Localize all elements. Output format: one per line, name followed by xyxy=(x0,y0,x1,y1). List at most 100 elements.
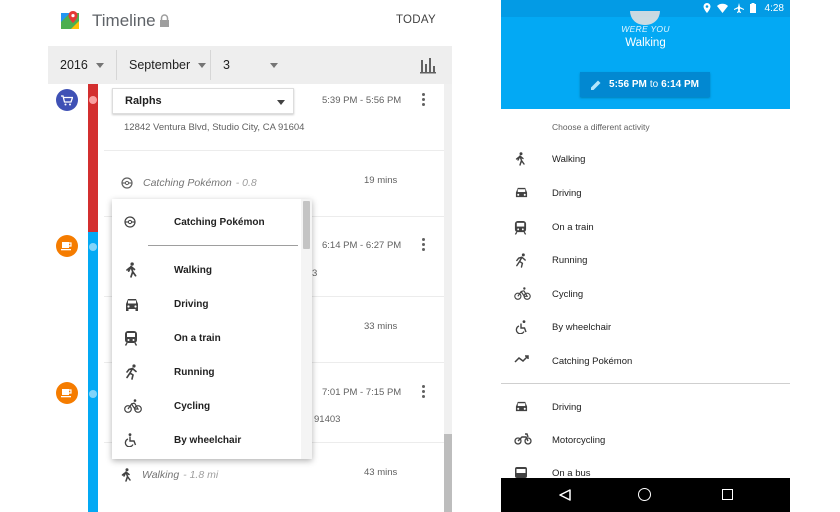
activity-option-running[interactable]: Running xyxy=(501,245,790,277)
activity-option-by-wheelchair[interactable]: By wheelchair xyxy=(501,312,790,344)
dropdown-item-catching-pokemon[interactable]: Catching Pokémon xyxy=(112,205,300,239)
activity-option-on-a-train[interactable]: On a train xyxy=(501,212,790,244)
divider xyxy=(210,50,211,80)
visit-time: 7:01 PM - 7:15 PM xyxy=(322,387,402,398)
activity-row[interactable]: Catching Pokémon - 0.8 xyxy=(121,177,257,189)
pencil-icon xyxy=(591,80,601,90)
running-icon xyxy=(126,364,137,380)
activity-option-label: On a train xyxy=(552,222,594,233)
dropdown-item-label: Driving xyxy=(174,298,209,310)
day-value: 3 xyxy=(223,58,230,72)
place-address-fragment: 3 xyxy=(312,268,318,279)
activity-option-catching-pokemon[interactable]: Catching Pokémon xyxy=(501,346,790,378)
activity-option-cycling[interactable]: Cycling xyxy=(501,279,790,311)
activity-option-label: Driving xyxy=(552,402,582,413)
lock-icon xyxy=(160,14,169,27)
running-icon xyxy=(516,253,526,268)
activity-header: WERE YOU Walking 5:56 PM to 6:14 PM xyxy=(501,11,790,109)
battery-icon xyxy=(750,3,756,13)
pokeball-icon xyxy=(121,177,133,189)
page-title: Timeline xyxy=(92,11,156,30)
place-select[interactable]: Ralphs xyxy=(112,88,294,114)
dropdown-scrollbar-thumb[interactable] xyxy=(303,201,310,249)
car-icon xyxy=(126,299,138,311)
dropdown-item-label: On a train xyxy=(174,332,221,344)
dropdown-item-label: Walking xyxy=(174,264,212,276)
location-icon xyxy=(703,3,711,13)
home-icon[interactable] xyxy=(638,488,651,501)
timeline-dot xyxy=(89,243,97,251)
activity-name: Walking xyxy=(142,469,180,481)
timeline-screen: Timeline TODAY 2016 September 3 Ralphs 1… xyxy=(48,0,452,512)
timeline-dot xyxy=(89,390,97,398)
pokeball-icon xyxy=(124,216,136,228)
timeline-segment-red xyxy=(88,84,98,232)
bicycle-icon xyxy=(124,399,142,413)
bicycle-icon xyxy=(514,287,531,300)
year-select[interactable]: 2016 xyxy=(60,58,104,72)
place-select-value: Ralphs xyxy=(125,95,162,107)
dropdown-item-cycling[interactable]: Cycling xyxy=(112,389,300,423)
activity-name: Catching Pokémon xyxy=(143,177,232,189)
date-picker-bar: 2016 September 3 xyxy=(48,46,452,84)
more-vert-icon[interactable] xyxy=(422,385,426,400)
day-select[interactable]: 3 xyxy=(223,58,278,72)
divider xyxy=(148,245,298,246)
walking-icon xyxy=(121,468,131,482)
drag-handle[interactable] xyxy=(630,11,660,25)
visit-time: 6:14 PM - 6:27 PM xyxy=(322,240,402,251)
shopping-cart-icon xyxy=(56,89,78,111)
bar-chart-icon[interactable] xyxy=(419,56,437,74)
were-you-prompt: WERE YOU xyxy=(621,24,670,34)
activity-option-label: By wheelchair xyxy=(552,322,612,333)
dropdown-item-on-a-train[interactable]: On a train xyxy=(112,321,300,355)
dropdown-item-label: By wheelchair xyxy=(174,434,242,446)
place-address-fragment: 91403 xyxy=(314,414,341,425)
place-address: 12842 Ventura Blvd, Studio City, CA 9160… xyxy=(124,122,305,133)
today-button[interactable]: TODAY xyxy=(396,14,436,26)
airplane-icon xyxy=(734,3,744,13)
timeline-segment-blue xyxy=(88,232,98,512)
dropdown-item-running[interactable]: Running xyxy=(112,355,300,389)
activity-option-driving[interactable]: Driving xyxy=(501,178,790,210)
activity-option-label: Running xyxy=(552,255,588,266)
start-time: 5:56 PM xyxy=(609,79,647,90)
activity-duration: 33 mins xyxy=(364,321,398,332)
trending-icon xyxy=(514,355,529,363)
activity-row[interactable]: Walking - 1.8 mi xyxy=(120,468,218,482)
dropdown-item-label: Catching Pokémon xyxy=(174,216,265,228)
divider xyxy=(116,50,117,80)
dropdown-item-driving[interactable]: Driving xyxy=(112,287,300,321)
dropdown-item-by-wheelchair[interactable]: By wheelchair xyxy=(112,423,300,457)
activity-option-label: Cycling xyxy=(552,289,584,300)
cafe-icon xyxy=(56,382,78,404)
activity-option-driving[interactable]: Driving xyxy=(501,392,790,424)
dropdown-item-label: Cycling xyxy=(174,400,211,412)
dropdown-item-label: Running xyxy=(174,366,215,378)
activity-option-label: Catching Pokémon xyxy=(552,356,633,367)
edit-time-button[interactable]: 5:56 PM to 6:14 PM xyxy=(580,72,710,97)
train-icon xyxy=(124,331,138,346)
timeline-app-bar: Timeline TODAY xyxy=(48,0,452,44)
activity-duration: 19 mins xyxy=(364,175,398,186)
scrollbar-thumb[interactable] xyxy=(444,434,452,512)
activity-option-walking[interactable]: Walking xyxy=(501,144,790,176)
cafe-icon xyxy=(56,235,78,257)
divider xyxy=(104,150,444,151)
timeline-dot xyxy=(89,96,97,104)
more-vert-icon[interactable] xyxy=(422,238,426,253)
year-value: 2016 xyxy=(60,58,88,72)
activity-duration: 43 mins xyxy=(364,467,398,478)
month-select[interactable]: September xyxy=(129,58,207,72)
chevron-down-icon xyxy=(95,63,104,69)
more-vert-icon[interactable] xyxy=(422,93,426,108)
activity-option-label: Walking xyxy=(552,154,586,165)
dropdown-item-walking[interactable]: Walking xyxy=(112,253,300,287)
activity-option-motorcycling[interactable]: Motorcycling xyxy=(501,425,790,457)
choose-activity-label: Choose a different activity xyxy=(552,122,650,132)
motorcycle-icon xyxy=(514,433,532,445)
activity-dropdown-menu: Catching Pokémon Walking Driving On a tr… xyxy=(112,199,312,459)
recent-apps-icon[interactable] xyxy=(722,489,733,500)
activity-distance: - 0.8 xyxy=(235,177,257,189)
back-icon[interactable] xyxy=(559,489,571,501)
